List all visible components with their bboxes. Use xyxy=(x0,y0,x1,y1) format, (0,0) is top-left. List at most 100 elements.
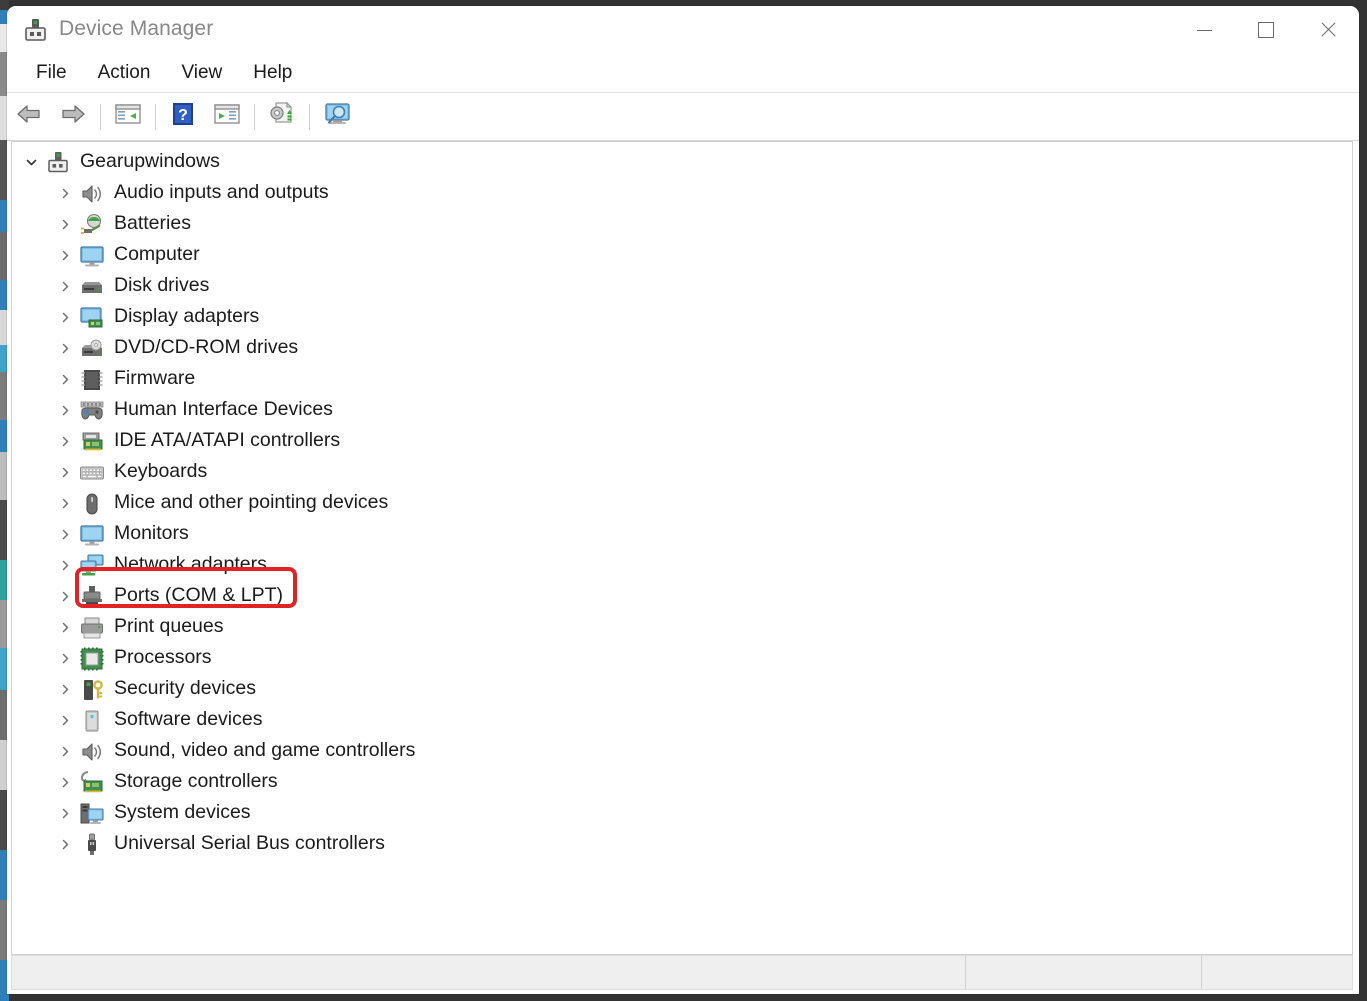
back-button[interactable] xyxy=(7,97,51,137)
tree-item-label: Monitors xyxy=(114,522,189,544)
chevron-right-icon[interactable] xyxy=(54,612,76,643)
tree-item-network-adapters[interactable]: Network adapters xyxy=(12,550,1352,581)
chevron-right-icon[interactable] xyxy=(54,581,76,612)
tree-item-firmware[interactable]: Firmware xyxy=(12,364,1352,395)
chevron-right-icon[interactable] xyxy=(54,271,76,302)
svg-text:?: ? xyxy=(178,107,188,124)
chevron-down-icon[interactable] xyxy=(20,147,42,178)
tree-item-human-interface-devices[interactable]: Human Interface Devices xyxy=(12,395,1352,426)
menu-action[interactable]: Action xyxy=(85,59,164,87)
minimize-button[interactable] xyxy=(1173,6,1235,54)
device-manager-icon xyxy=(21,16,49,44)
tree-item-label: Disk drives xyxy=(114,274,210,296)
properties-button[interactable] xyxy=(205,97,249,137)
menu-view[interactable]: View xyxy=(168,59,235,87)
tree-item-storage-controllers[interactable]: Storage controllers xyxy=(12,767,1352,798)
chevron-right-icon[interactable] xyxy=(54,705,76,736)
tree-item-label: Human Interface Devices xyxy=(114,398,333,420)
tree-item-root[interactable]: Gearupwindows xyxy=(12,147,1352,178)
chevron-right-icon[interactable] xyxy=(54,240,76,271)
maximize-icon xyxy=(1258,22,1274,38)
chevron-right-icon[interactable] xyxy=(54,178,76,209)
chevron-right-icon[interactable] xyxy=(54,829,76,860)
tree-item-processors[interactable]: Processors xyxy=(12,643,1352,674)
show-hide-console-tree-button[interactable] xyxy=(106,97,150,137)
tree-item-universal-serial-bus-controllers[interactable]: Universal Serial Bus controllers xyxy=(12,829,1352,860)
tree-item-label: Universal Serial Bus controllers xyxy=(114,832,385,854)
tree-item-label: System devices xyxy=(114,801,251,823)
toolbar-separator-4 xyxy=(309,103,310,130)
chip-icon xyxy=(79,367,105,393)
tree-item-dvd-cd-rom-drives[interactable]: DVD/CD-ROM drives xyxy=(12,333,1352,364)
toolbar-separator-1 xyxy=(100,103,101,130)
toolbar: ? xyxy=(7,93,1359,225)
title-bar: Device Manager xyxy=(7,6,1359,54)
tree-item-label: IDE ATA/ATAPI controllers xyxy=(114,429,341,451)
chevron-right-icon[interactable] xyxy=(54,519,76,550)
chevron-right-icon[interactable] xyxy=(54,767,76,798)
tree-item-label: Processors xyxy=(114,646,212,668)
display-adapter-icon xyxy=(79,305,105,331)
tree-item-monitors[interactable]: Monitors xyxy=(12,519,1352,550)
chevron-right-icon[interactable] xyxy=(54,674,76,705)
chevron-right-icon[interactable] xyxy=(54,364,76,395)
forward-arrow-icon xyxy=(59,102,87,131)
update-driver-button[interactable] xyxy=(260,97,304,137)
tree-item-software-devices[interactable]: Software devices xyxy=(12,705,1352,736)
tree-item-keyboards[interactable]: Keyboards xyxy=(12,457,1352,488)
tree-item-print-queues[interactable]: Print queues xyxy=(12,612,1352,643)
menu-file[interactable]: File xyxy=(23,59,80,87)
chevron-right-icon[interactable] xyxy=(54,798,76,829)
maximize-button[interactable] xyxy=(1235,6,1297,54)
battery-icon xyxy=(79,212,105,238)
tree-item-label: Display adapters xyxy=(114,305,260,327)
menu-help[interactable]: Help xyxy=(240,59,305,87)
tree-item-disk-drives[interactable]: Disk drives xyxy=(12,271,1352,302)
tree-item-audio-inputs-and-outputs[interactable]: Audio inputs and outputs xyxy=(12,178,1352,209)
tree-item-computer[interactable]: Computer xyxy=(12,240,1352,271)
gamepad-icon xyxy=(79,398,105,424)
chevron-right-icon[interactable] xyxy=(54,736,76,767)
tree-item-display-adapters[interactable]: Display adapters xyxy=(12,302,1352,333)
computer-root-icon xyxy=(45,150,71,176)
monitor-icon xyxy=(79,243,105,269)
tree-item-security-devices[interactable]: Security devices xyxy=(12,674,1352,705)
device-tree-panel[interactable]: Gearupwindows Audio inputs and outputs B… xyxy=(11,141,1353,955)
tree-item-ide-ata-atapi-controllers[interactable]: IDE ATA/ATAPI controllers xyxy=(12,426,1352,457)
scan-hardware-changes-button[interactable] xyxy=(315,97,359,137)
toolbar-separator-2 xyxy=(155,103,156,130)
chevron-right-icon[interactable] xyxy=(54,333,76,364)
close-button[interactable] xyxy=(1297,6,1359,54)
chevron-right-icon[interactable] xyxy=(54,209,76,240)
tree-item-sound-video-and-game-controllers[interactable]: Sound, video and game controllers xyxy=(12,736,1352,767)
tree-item-batteries[interactable]: Batteries xyxy=(12,209,1352,240)
mouse-icon xyxy=(79,491,105,517)
status-bar xyxy=(11,955,1353,990)
tree-item-label: Batteries xyxy=(114,212,191,234)
speaker-icon xyxy=(79,739,105,765)
status-bar-main-pane xyxy=(12,956,965,989)
console-tree-icon xyxy=(114,102,142,131)
chevron-right-icon[interactable] xyxy=(54,643,76,674)
tree-item-ports-com-and-lpt[interactable]: Ports (COM & LPT) xyxy=(12,581,1352,612)
chevron-right-icon[interactable] xyxy=(54,550,76,581)
monitor-icon xyxy=(79,522,105,548)
properties-panel-icon xyxy=(213,102,241,131)
tree-item-label: Mice and other pointing devices xyxy=(114,491,389,513)
chevron-right-icon[interactable] xyxy=(54,302,76,333)
tree-item-label: Audio inputs and outputs xyxy=(114,181,329,203)
tree-item-mice-and-other-pointing-devices[interactable]: Mice and other pointing devices xyxy=(12,488,1352,519)
speaker-icon xyxy=(79,181,105,207)
device-manager-window: Device Manager File Action View Help ? G… xyxy=(7,6,1359,994)
keyboard-icon xyxy=(79,460,105,486)
minimize-icon xyxy=(1196,29,1212,31)
chevron-right-icon[interactable] xyxy=(54,488,76,519)
chevron-right-icon[interactable] xyxy=(54,457,76,488)
chevron-right-icon[interactable] xyxy=(54,395,76,426)
chevron-right-icon[interactable] xyxy=(54,426,76,457)
tree-item-system-devices[interactable]: System devices xyxy=(12,798,1352,829)
tree-item-label: Gearupwindows xyxy=(80,150,220,172)
help-button[interactable]: ? xyxy=(161,97,205,137)
forward-button[interactable] xyxy=(51,97,95,137)
network-adapter-icon xyxy=(79,553,105,579)
